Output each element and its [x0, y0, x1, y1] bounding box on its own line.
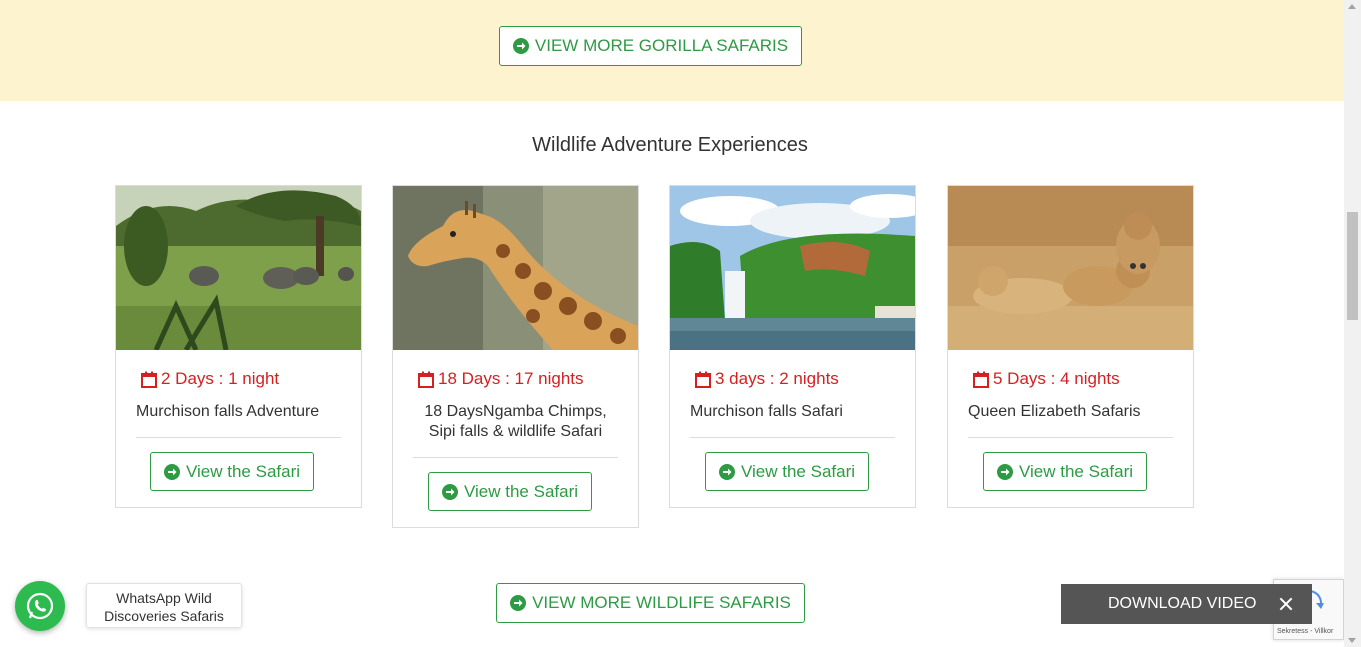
whatsapp-button[interactable]	[15, 581, 65, 631]
view-safari-button[interactable]: View the Safari	[983, 452, 1147, 491]
view-more-gorilla-label: VIEW MORE GORILLA SAFARIS	[534, 36, 789, 55]
duration: 5 Days : 4 nights	[948, 369, 1193, 389]
section-title: Wildlife Adventure Experiences	[532, 134, 808, 156]
duration-text: 18 Days : 17 nights	[438, 369, 584, 388]
download-video-label[interactable]: DOWNLOAD VIDEO	[1108, 595, 1256, 613]
safari-card: 2 Days : 1 night Murchison falls Adventu…	[115, 185, 362, 508]
arrow-circle-right-icon	[512, 38, 529, 54]
calendar-icon	[695, 371, 711, 388]
calendar-icon	[141, 371, 157, 388]
view-safari-label: View the Safari	[1018, 461, 1134, 481]
close-icon[interactable]	[1279, 597, 1293, 611]
scroll-up-arrow-icon[interactable]	[1348, 4, 1356, 9]
recaptcha-links[interactable]: Sekretess - Villkor	[1277, 628, 1333, 635]
safari-card: 18 Days : 17 nights 18 DaysNgamba Chimps…	[392, 185, 639, 528]
view-more-wildlife-safaris-button[interactable]: VIEW MORE WILDLIFE SAFARIS	[496, 583, 805, 623]
scroll-down-arrow-icon[interactable]	[1348, 638, 1356, 643]
safari-image-giraffe[interactable]	[393, 186, 638, 350]
view-safari-button[interactable]: View the Safari	[150, 452, 314, 491]
arrow-circle-right-icon	[718, 463, 735, 480]
page-scrollbar[interactable]	[1344, 0, 1361, 647]
duration-text: 5 Days : 4 nights	[993, 369, 1120, 388]
view-safari-label: View the Safari	[463, 481, 579, 501]
download-video-bar[interactable]: DOWNLOAD VIDEO	[1061, 584, 1312, 624]
calendar-icon	[973, 371, 989, 388]
safari-image-lions[interactable]	[948, 186, 1193, 350]
arrow-circle-right-icon	[441, 483, 458, 500]
duration-text: 3 days : 2 nights	[715, 369, 839, 388]
calendar-icon	[418, 371, 434, 388]
safari-card: 3 days : 2 nights Murchison falls Safari…	[669, 185, 916, 508]
view-more-gorilla-safaris-button[interactable]: VIEW MORE GORILLA SAFARIS	[499, 26, 802, 66]
safari-image-elephants[interactable]	[116, 186, 361, 350]
duration: 18 Days : 17 nights	[393, 369, 638, 389]
card-title[interactable]: Murchison falls Safari	[670, 402, 915, 422]
safari-image-waterfall[interactable]	[670, 186, 915, 350]
card-title[interactable]: Murchison falls Adventure	[116, 402, 361, 422]
view-safari-label: View the Safari	[185, 461, 301, 481]
view-safari-button[interactable]: View the Safari	[705, 452, 869, 491]
duration: 2 Days : 1 night	[116, 369, 361, 389]
view-safari-button[interactable]: View the Safari	[428, 472, 592, 511]
view-safari-label: View the Safari	[740, 461, 856, 481]
safari-card: 5 Days : 4 nights Queen Elizabeth Safari…	[947, 185, 1194, 508]
arrow-circle-right-icon	[510, 595, 527, 611]
scrollbar-thumb[interactable]	[1347, 212, 1358, 320]
card-title[interactable]: 18 DaysNgamba Chimps, Sipi falls & wildl…	[393, 402, 638, 442]
duration: 3 days : 2 nights	[670, 369, 915, 389]
view-more-wildlife-label: VIEW MORE WILDLIFE SAFARIS	[532, 593, 791, 612]
whatsapp-label[interactable]: WhatsApp Wild Discoveries Safaris	[86, 583, 242, 628]
card-title[interactable]: Queen Elizabeth Safaris	[948, 402, 1193, 422]
whatsapp-icon	[26, 592, 54, 620]
duration-text: 2 Days : 1 night	[161, 369, 280, 388]
arrow-circle-right-icon	[996, 463, 1013, 480]
arrow-circle-right-icon	[163, 463, 180, 480]
